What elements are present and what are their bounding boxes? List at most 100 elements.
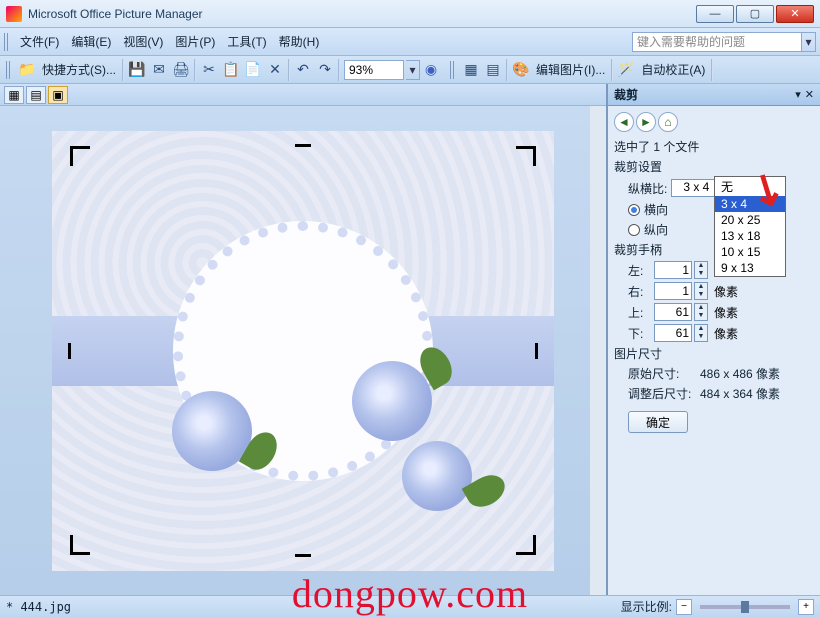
menu-tools[interactable]: 工具(T) [221, 30, 272, 53]
vertical-scrollbar[interactable] [590, 106, 606, 595]
cut-icon[interactable]: ✂ [199, 60, 219, 80]
landscape-label: 横向 [644, 201, 668, 218]
view-filmstrip-button[interactable]: ▤ [26, 86, 46, 104]
unit-label: 像素 [714, 325, 738, 342]
new-size-value: 484 x 364 像素 [700, 385, 780, 402]
menu-edit[interactable]: 编辑(E) [65, 30, 117, 53]
help-icon[interactable]: ◉ [421, 60, 441, 80]
top-spinner[interactable]: ▲▼ [694, 303, 708, 321]
app-title: Microsoft Office Picture Manager [28, 7, 203, 21]
zoom-slider[interactable] [700, 605, 790, 609]
right-spinner[interactable]: ▲▼ [694, 282, 708, 300]
nav-forward-button[interactable]: ► [636, 112, 656, 132]
ratio-option[interactable]: 无 [715, 177, 785, 196]
view-toolbar: ▦ ▤ ▣ [0, 84, 606, 106]
toolbar: 📁 快捷方式(S)... 💾 ✉ 🖨 ✂ 📋 📄 ✕ ↶ ↷ 93% ▾ ◉ ▦… [0, 56, 820, 84]
ratio-option[interactable]: 20 x 25 [715, 212, 785, 228]
help-search-dropdown[interactable]: ▾ [802, 32, 816, 52]
nav-back-button[interactable]: ◄ [614, 112, 634, 132]
undo-icon[interactable]: ↶ [293, 60, 313, 80]
nav-home-button[interactable]: ⌂ [658, 112, 678, 132]
shortcut-icon[interactable]: 📁 [17, 60, 37, 80]
bottom-input[interactable] [654, 324, 692, 342]
statusbar: * 444.jpg 显示比例: − + [0, 595, 820, 617]
crop-handle-tl[interactable] [70, 146, 90, 166]
shortcut-button[interactable]: 快捷方式(S)... [38, 59, 120, 81]
minimize-button[interactable]: — [696, 5, 734, 23]
menu-picture[interactable]: 图片(P) [169, 30, 221, 53]
close-button[interactable]: ✕ [776, 5, 814, 23]
ratio-option[interactable]: 9 x 13 [715, 260, 785, 276]
paste-icon[interactable]: 📄 [243, 60, 263, 80]
bottom-spinner[interactable]: ▲▼ [694, 324, 708, 342]
unit-label: 像素 [714, 283, 738, 300]
app-icon [6, 6, 22, 22]
zoom-in-button[interactable]: + [798, 599, 814, 615]
landscape-radio[interactable] [628, 204, 640, 216]
view-single-button[interactable]: ▣ [48, 86, 68, 104]
right-input[interactable] [654, 282, 692, 300]
delete-icon[interactable]: ✕ [265, 60, 285, 80]
print-icon[interactable]: 🖨 [171, 60, 191, 80]
grip-icon [6, 61, 12, 79]
picture-size-title: 图片尺寸 [614, 345, 662, 362]
taskpane-header: 裁剪 ▾ ✕ [606, 84, 820, 106]
view-thumbnails-button[interactable]: ▦ [4, 86, 24, 104]
taskpane: ◄ ► ⌂ 选中了 1 个文件 裁剪设置 纵横比: 3 x 4 ▾ 横向 纵向 … [606, 106, 820, 595]
crop-handle-bottom[interactable] [295, 554, 311, 557]
grip-icon [4, 33, 10, 51]
auto-correct-icon[interactable]: 🪄 [616, 60, 636, 80]
ratio-option[interactable]: 10 x 15 [715, 244, 785, 260]
grip-icon [450, 61, 456, 79]
crop-handle-tr[interactable] [516, 146, 536, 166]
left-input[interactable] [654, 261, 692, 279]
portrait-radio[interactable] [628, 224, 640, 236]
help-search-input[interactable]: 键入需要帮助的问题 [632, 32, 802, 52]
orig-size-label: 原始尺寸: [628, 365, 700, 382]
new-size-label: 调整后尺寸: [628, 385, 700, 402]
taskpane-menu-button[interactable]: ▾ [795, 88, 801, 101]
taskpane-close-button[interactable]: ✕ [805, 88, 814, 101]
zoom-input[interactable]: 93% [344, 60, 404, 80]
menubar: 文件(F) 编辑(E) 视图(V) 图片(P) 工具(T) 帮助(H) 键入需要… [0, 28, 820, 56]
orig-size-value: 486 x 486 像素 [700, 365, 780, 382]
redo-icon[interactable]: ↷ [315, 60, 335, 80]
edit-picture-icon[interactable]: 🎨 [511, 60, 531, 80]
menu-view[interactable]: 视图(V) [117, 30, 169, 53]
mail-icon[interactable]: ✉ [149, 60, 169, 80]
zoom-out-button[interactable]: − [676, 599, 692, 615]
taskpane-title: 裁剪 [614, 86, 638, 103]
titlebar: Microsoft Office Picture Manager — ▢ ✕ [0, 0, 820, 28]
aspect-ratio-listbox[interactable]: 无 3 x 4 20 x 25 13 x 18 10 x 15 9 x 13 [714, 176, 786, 277]
zoom-label: 显示比例: [621, 598, 672, 615]
crop-handles-title: 裁剪手柄 [614, 241, 662, 258]
aspect-ratio-label: 纵横比: [628, 180, 667, 197]
ratio-option[interactable]: 3 x 4 [715, 196, 785, 212]
edit-picture-button[interactable]: 编辑图片(I)... [532, 59, 609, 81]
copy-icon[interactable]: 📋 [221, 60, 241, 80]
left-label: 左: [628, 262, 652, 279]
thumb-icon-2[interactable]: ▤ [483, 60, 503, 80]
save-icon[interactable]: 💾 [127, 60, 147, 80]
ratio-option[interactable]: 13 x 18 [715, 228, 785, 244]
zoom-dropdown[interactable]: ▾ [406, 60, 420, 80]
maximize-button[interactable]: ▢ [736, 5, 774, 23]
crop-handle-br[interactable] [516, 535, 536, 555]
crop-handle-bl[interactable] [70, 535, 90, 555]
canvas[interactable] [0, 106, 606, 595]
left-spinner[interactable]: ▲▼ [694, 261, 708, 279]
auto-correct-button[interactable]: 自动校正(A) [637, 59, 709, 81]
crop-handle-right[interactable] [535, 343, 538, 359]
menu-file[interactable]: 文件(F) [14, 30, 65, 53]
ok-button[interactable]: 确定 [628, 411, 688, 433]
crop-handle-left[interactable] [68, 343, 71, 359]
top-label: 上: [628, 304, 652, 321]
menu-help[interactable]: 帮助(H) [273, 30, 326, 53]
status-filename: * 444.jpg [6, 600, 71, 614]
portrait-label: 纵向 [644, 221, 668, 238]
right-label: 右: [628, 283, 652, 300]
bottom-label: 下: [628, 325, 652, 342]
thumb-icon-1[interactable]: ▦ [461, 60, 481, 80]
top-input[interactable] [654, 303, 692, 321]
crop-handle-top[interactable] [295, 144, 311, 147]
